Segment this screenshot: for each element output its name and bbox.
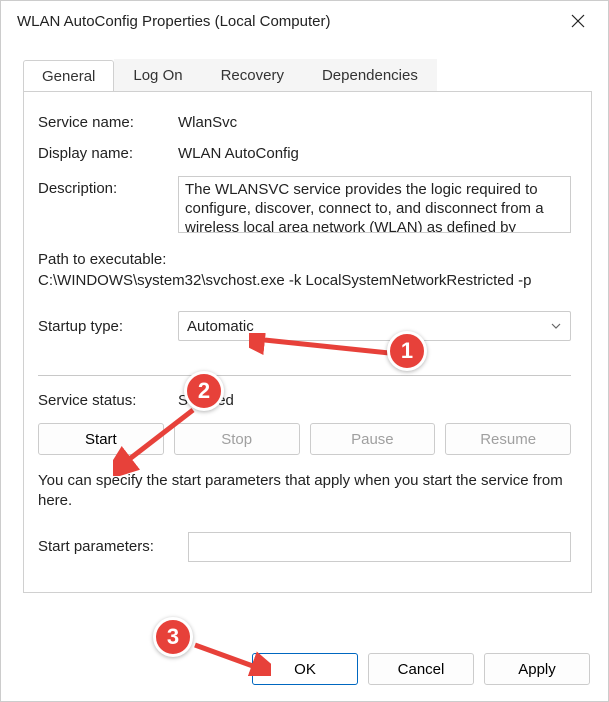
- description-box[interactable]: The WLANSVC service provides the logic r…: [178, 176, 571, 233]
- path-value: C:\WINDOWS\system32\svchost.exe -k Local…: [38, 272, 571, 289]
- path-label: Path to executable:: [38, 251, 571, 268]
- resume-button: Resume: [445, 423, 571, 455]
- service-status-label: Service status:: [38, 392, 178, 409]
- hint-text: You can specify the start parameters tha…: [38, 471, 571, 512]
- chevron-down-icon: [550, 320, 562, 332]
- close-icon: [571, 14, 585, 28]
- description-label: Description:: [38, 176, 178, 197]
- startup-type-value: Automatic: [187, 318, 254, 335]
- service-name-label: Service name:: [38, 114, 178, 131]
- start-button[interactable]: Start: [38, 423, 164, 455]
- cancel-button[interactable]: Cancel: [368, 653, 474, 685]
- display-name-label: Display name:: [38, 145, 178, 162]
- tab-dependencies[interactable]: Dependencies: [303, 59, 437, 91]
- tab-panel: Service name: WlanSvc Display name: WLAN…: [23, 91, 592, 593]
- tab-logon[interactable]: Log On: [114, 59, 201, 91]
- properties-dialog: WLAN AutoConfig Properties (Local Comput…: [0, 0, 609, 702]
- ok-button[interactable]: OK: [252, 653, 358, 685]
- start-params-input[interactable]: [188, 532, 571, 562]
- tabstrip: General Log On Recovery Dependencies: [23, 59, 592, 91]
- service-status-value: Stopped: [178, 392, 571, 409]
- display-name-value: WLAN AutoConfig: [178, 145, 571, 162]
- start-params-label: Start parameters:: [38, 538, 188, 555]
- startup-type-select[interactable]: Automatic: [178, 311, 571, 341]
- titlebar: WLAN AutoConfig Properties (Local Comput…: [1, 1, 608, 41]
- startup-type-label: Startup type:: [38, 318, 178, 335]
- stop-button: Stop: [174, 423, 300, 455]
- service-name-value: WlanSvc: [178, 114, 571, 131]
- tab-general[interactable]: General: [23, 60, 114, 92]
- pause-button: Pause: [310, 423, 436, 455]
- separator: [38, 375, 571, 376]
- annotation-badge-3: 3: [153, 617, 193, 657]
- dialog-footer: OK Cancel Apply: [252, 653, 590, 685]
- apply-button[interactable]: Apply: [484, 653, 590, 685]
- close-button[interactable]: [556, 5, 600, 37]
- tab-recovery[interactable]: Recovery: [202, 59, 303, 91]
- window-title: WLAN AutoConfig Properties (Local Comput…: [17, 13, 556, 30]
